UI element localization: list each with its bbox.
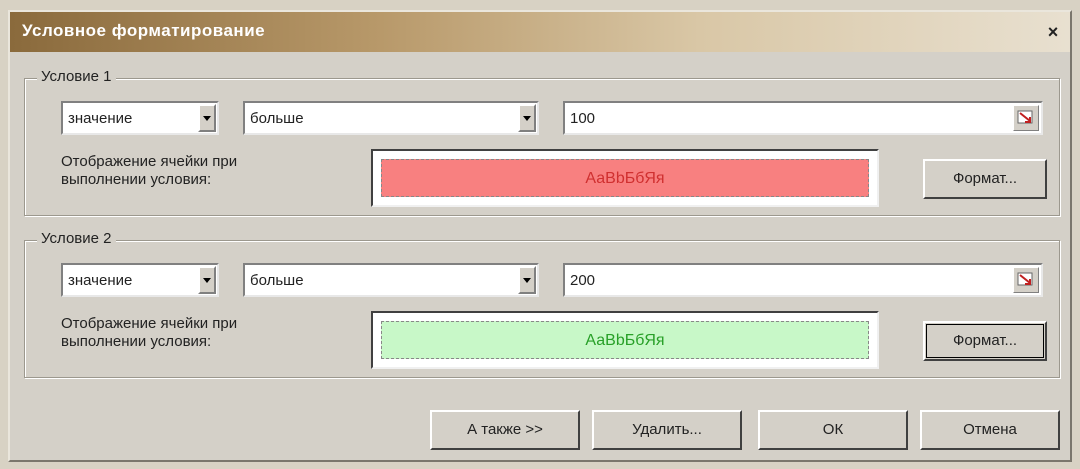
condition-1-label: Условие 1 [37,68,116,85]
condition-2-label: Условие 2 [37,230,116,247]
condition-1-description: Отображение ячейки при выполнении услови… [61,153,237,189]
condition-2-value-text: 200 [570,272,596,289]
condition-2-mode-select[interactable]: значение [61,263,219,297]
condition-1-description-line2: выполнении условия: [61,171,212,188]
condition-1-preview-text: АаВbБбЯя [381,159,869,197]
cancel-button[interactable]: Отмена [920,410,1060,450]
chevron-down-icon[interactable] [198,104,216,132]
chevron-down-icon[interactable] [518,104,536,132]
condition-2-group: Условие 2 значение больше 200 Отображени… [24,230,1060,378]
condition-2-operator-value: больше [250,272,304,289]
condition-2-preview-text: АаВbБбЯя [381,321,869,359]
chevron-down-icon[interactable] [518,266,536,294]
dialog-title: Условное форматирование [22,21,266,40]
condition-2-description-line1: Отображение ячейки при [61,315,238,332]
condition-1-operator-select[interactable]: больше [243,101,539,135]
close-icon[interactable]: × [1042,22,1064,42]
condition-1-operator-value: больше [250,110,304,127]
condition-2-mode-value: значение [68,272,133,289]
delete-button[interactable]: Удалить... [592,410,742,450]
conditional-formatting-dialog: Условное форматирование × Условие 1 знач… [8,10,1072,462]
condition-2-value-input[interactable]: 200 [563,263,1043,297]
ok-button[interactable]: ОК [758,410,908,450]
condition-2-description-line2: выполнении условия: [61,333,212,350]
condition-2-format-button[interactable]: Формат... [923,321,1047,361]
condition-1-group: Условие 1 значение больше 100 Отображени… [24,68,1060,216]
condition-1-value-input[interactable]: 100 [563,101,1043,135]
condition-1-description-line1: Отображение ячейки при [61,153,238,170]
chevron-down-icon[interactable] [198,266,216,294]
title-bar[interactable]: Условное форматирование × [10,12,1070,52]
condition-2-description: Отображение ячейки при выполнении услови… [61,315,237,351]
condition-1-preview: АаВbБбЯя [371,149,879,207]
collapse-dialog-icon[interactable] [1013,105,1039,131]
condition-1-mode-value: значение [68,110,133,127]
condition-1-format-button[interactable]: Формат... [923,159,1047,199]
condition-2-operator-select[interactable]: больше [243,263,539,297]
condition-1-mode-select[interactable]: значение [61,101,219,135]
collapse-dialog-icon[interactable] [1013,267,1039,293]
also-button[interactable]: А также >> [430,410,580,450]
condition-2-preview: АаВbБбЯя [371,311,879,369]
condition-1-value-text: 100 [570,110,596,127]
